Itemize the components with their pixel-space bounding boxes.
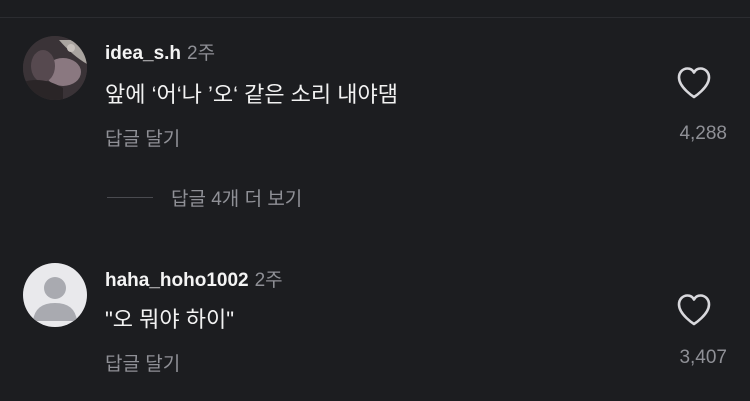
view-more-replies-label: 답글 4개 더 보기 (171, 188, 303, 210)
comment-text: 앞에 ‘어‘나 ’오‘ 같은 소리 내야댐 (105, 82, 398, 107)
profile-photo (23, 36, 87, 100)
divider-line (107, 196, 153, 198)
avatar[interactable] (23, 263, 87, 327)
comment-username[interactable]: idea_s.h 2주 (105, 38, 215, 65)
like-count: 4,288 (679, 123, 727, 144)
comment-timestamp: 2주 (254, 270, 283, 291)
comment-text: "오 뭐야 하이" (105, 307, 235, 332)
view-more-replies-button[interactable]: 답글 4개 더 보기 (107, 182, 302, 212)
reply-button[interactable]: 답글 달기 (105, 124, 180, 151)
like-heart-icon[interactable] (676, 293, 712, 327)
user-silhouette-icon (33, 277, 77, 321)
reply-button[interactable]: 답글 달기 (105, 349, 180, 376)
avatar[interactable] (23, 36, 87, 100)
username-text[interactable]: haha_hoho1002 (105, 270, 249, 291)
username-text[interactable]: idea_s.h (105, 43, 181, 64)
comment-username[interactable]: haha_hoho1002 2주 (105, 265, 283, 292)
comment-timestamp: 2주 (187, 43, 216, 64)
like-heart-icon[interactable] (676, 66, 712, 100)
comments-screen: idea_s.h 2주 앞에 ‘어‘나 ’오‘ 같은 소리 내야댐 답글 달기 4… (0, 0, 750, 401)
header-divider (0, 0, 750, 18)
like-count: 3,407 (679, 347, 727, 368)
